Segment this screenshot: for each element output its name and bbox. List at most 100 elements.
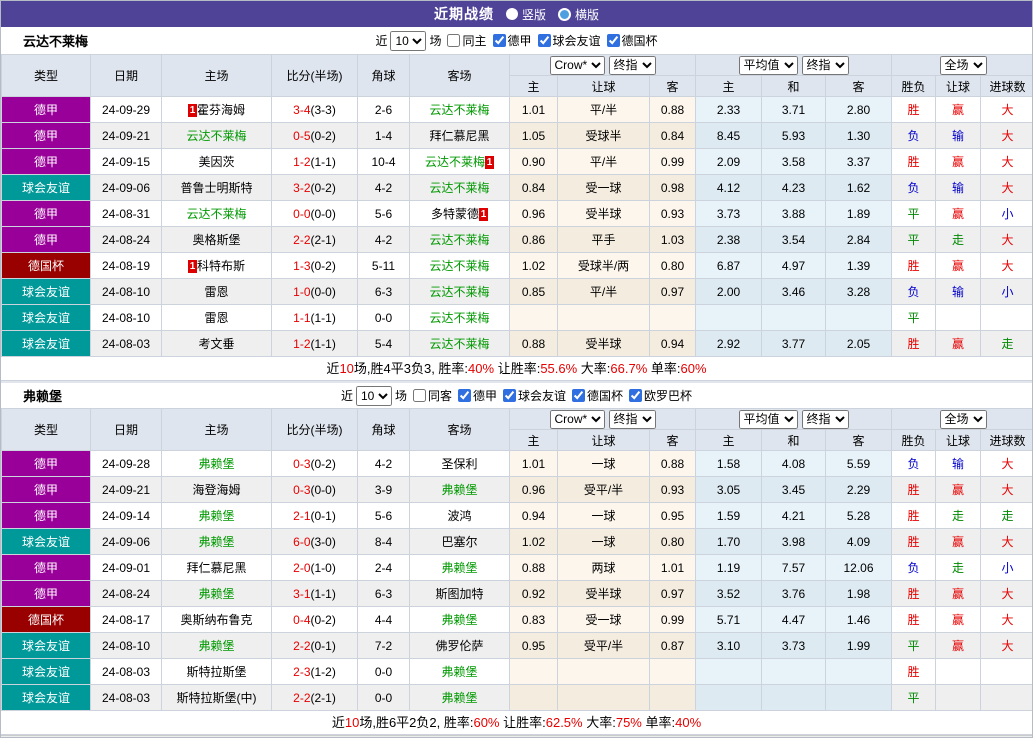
league-filter-label: 球会友谊 [518,387,566,404]
fulltime-score: 2-3 [293,665,310,679]
league-filter-2[interactable]: 德国杯 [601,32,658,49]
odds-away-cell: 0.93 [650,477,696,503]
odds-away-header: 客 [650,430,696,451]
odds-home-cell: 0.95 [510,633,558,659]
date-cell: 24-08-10 [91,279,162,305]
result-goals-header: 进球数 [981,76,1033,97]
summary-segment: 66.7% [610,361,647,376]
final-odds-select[interactable]: 终指 [609,56,656,75]
date-cell: 24-08-10 [91,305,162,331]
average-select[interactable]: 平均值 [739,56,798,75]
odds-source-select[interactable]: Crow* [550,410,605,429]
summary-segment: 40% [675,715,701,730]
halftime-score: (1-2) [311,665,336,679]
average-select[interactable]: 平均值 [739,410,798,429]
league-filter-1[interactable]: 球会友谊 [532,32,601,49]
avg-draw-cell: 3.76 [762,581,826,607]
result-goals-cell: 小 [981,555,1033,581]
odds-home-cell: 1.01 [510,451,558,477]
final-odds-select-2[interactable]: 终指 [802,410,849,429]
near-label: 近 [341,387,353,404]
view-option-vertical[interactable]: 竖版 [506,6,546,23]
halftime-score: (3-3) [311,103,336,117]
match-row: 球会友谊24-08-03斯特拉斯堡(中)2-2(2-1)0-0弗赖堡平 [2,685,1033,711]
team-label: 云达不莱梅 [429,311,489,325]
league-checkbox-2[interactable] [607,34,620,47]
score-cell: 1-2(1-1) [272,331,358,357]
same-venue-option[interactable]: 同主 [441,32,486,49]
match-row: 球会友谊24-08-10雷恩1-1(1-1)0-0云达不莱梅平 [2,305,1033,331]
league-cell: 球会友谊 [2,305,91,331]
odds-line-cell: 受半球 [558,331,650,357]
score-cell: 0-3(0-2) [272,451,358,477]
corner-cell: 0-0 [358,685,410,711]
same-venue-checkbox[interactable] [447,34,460,47]
avg-home-cell: 3.10 [696,633,762,659]
halftime-score: (1-1) [311,587,336,601]
result-goals-cell: 大 [981,123,1033,149]
odds-line-header: 让球 [558,76,650,97]
avg-away-cell: 1.89 [826,201,892,227]
away-team-cell: 弗赖堡 [410,659,510,685]
team-label: 雷恩 [204,285,228,299]
odds-away-cell: 0.99 [650,607,696,633]
team-label: 考文垂 [198,337,234,351]
same-venue-checkbox[interactable] [413,389,426,402]
result-handicap-cell: 赢 [936,253,981,279]
same-venue-option[interactable]: 同客 [407,387,452,404]
corner-cell: 5-6 [358,503,410,529]
summary-segment: 60% [473,715,499,730]
league-checkbox-1[interactable] [503,389,516,402]
league-checkbox-3[interactable] [629,389,642,402]
radio-unselected-icon [558,8,571,21]
final-odds-select[interactable]: 终指 [609,410,656,429]
recent-count-select[interactable]: 10 [390,31,426,51]
avg-home-cell: 2.92 [696,331,762,357]
avg-draw-cell: 4.47 [762,607,826,633]
team-label: 云达不莱梅 [186,129,246,143]
fulltime-score: 0-5 [293,129,310,143]
match-row: 德甲24-08-31云达不莱梅0-0(0-0)5-6多特蒙德10.96受半球0.… [2,201,1033,227]
league-filter-label: 德甲 [508,32,532,49]
fulltime-score: 2-0 [293,561,310,575]
league-filter-1[interactable]: 球会友谊 [497,387,566,404]
result-handicap-cell: 赢 [936,581,981,607]
league-filter-0[interactable]: 德甲 [452,387,497,404]
league-filter-3[interactable]: 欧罗巴杯 [623,387,692,404]
final-odds-select-2[interactable]: 终指 [802,56,849,75]
result-goals-header: 进球数 [981,430,1033,451]
odds-source-select[interactable]: Crow* [550,56,605,75]
league-checkbox-2[interactable] [572,389,585,402]
league-checkbox-0[interactable] [493,34,506,47]
result-goals-cell: 大 [981,529,1033,555]
odds-away-cell: 0.88 [650,97,696,123]
team-label: 科特布斯 [197,259,245,273]
date-cell: 24-08-10 [91,633,162,659]
league-filter-2[interactable]: 德国杯 [566,387,623,404]
recent-count-select[interactable]: 10 [356,386,392,406]
date-cell: 24-09-15 [91,149,162,175]
view-option-horizontal[interactable]: 横版 [558,6,599,23]
team-bar: 云达不莱梅近10场同主德甲球会友谊德国杯 [1,27,1032,54]
col-score: 比分(半场) [272,55,358,97]
odds-line-cell: 受半球 [558,201,650,227]
league-checkbox-0[interactable] [458,389,471,402]
away-team-cell: 云达不莱梅1 [410,149,510,175]
odds-away-cell [650,685,696,711]
league-checkbox-1[interactable] [538,34,551,47]
odds-line-cell: 平/半 [558,149,650,175]
avg-home-cell: 1.58 [696,451,762,477]
fulltime-score: 2-2 [293,691,310,705]
col-home: 主场 [162,409,272,451]
games-label: 场 [429,32,441,49]
team-label: 云达不莱梅 [429,285,489,299]
scope-select[interactable]: 全场 [940,56,987,75]
league-filter-0[interactable]: 德甲 [487,32,532,49]
avg-away-cell [826,305,892,331]
corner-cell: 4-2 [358,175,410,201]
avg-away-cell: 3.37 [826,149,892,175]
league-cell: 球会友谊 [2,529,91,555]
scope-select[interactable]: 全场 [940,410,987,429]
team-label: 弗赖堡 [441,613,477,627]
avg-home-cell: 8.45 [696,123,762,149]
